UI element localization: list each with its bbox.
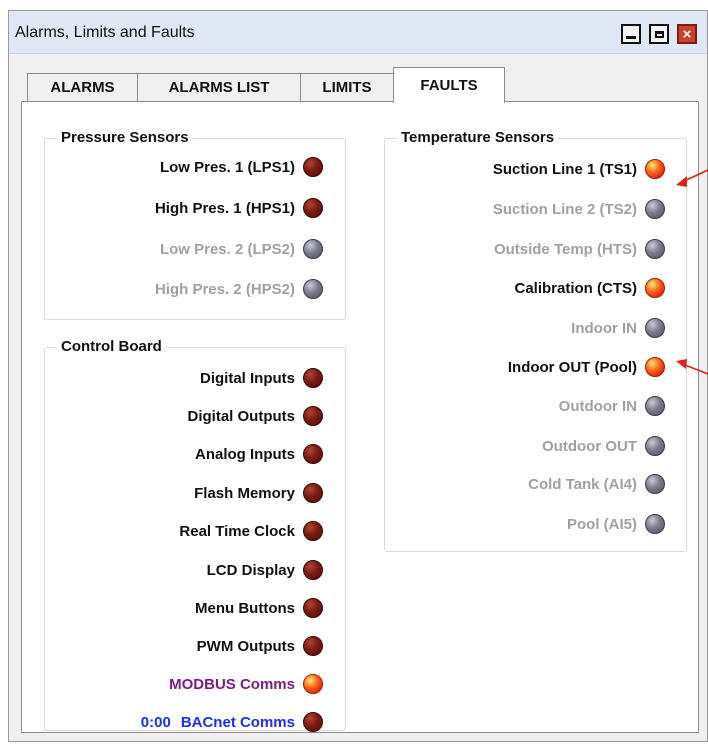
fault-indicator-cold-tank: Cold Tank (AI4): [528, 471, 665, 497]
fault-indicator-lps2: Low Pres. 2 (LPS2): [160, 236, 323, 262]
fault-led-icon: [303, 712, 323, 732]
pressure-sensors-group: Pressure Sensors Low Pres. 1 (LPS1) High…: [44, 129, 346, 320]
indicator-label: Indoor IN: [571, 319, 637, 337]
fault-indicator-outdoor-out: Outdoor OUT: [542, 433, 665, 459]
fault-led-icon: [303, 521, 323, 541]
minimize-button[interactable]: [621, 24, 641, 44]
indicator-label: Real Time Clock: [179, 522, 295, 540]
fault-led-icon: [303, 674, 323, 694]
fault-indicator-modbus-comms: MODBUS Comms: [169, 671, 323, 697]
fault-led-icon: [645, 436, 665, 456]
fault-led-icon: [303, 239, 323, 259]
control-board-group: Control Board Digital Inputs Digital Out…: [44, 338, 346, 732]
fault-indicator-outdoor-in: Outdoor IN: [559, 393, 665, 419]
window-title: Alarms, Limits and Faults: [15, 24, 195, 41]
fault-indicator-pwm-outputs: PWM Outputs: [197, 633, 323, 659]
fault-indicator-real-time-clock: Real Time Clock: [179, 518, 323, 544]
indicator-label: PWM Outputs: [196, 637, 295, 655]
fault-indicator-lcd-display: LCD Display: [207, 557, 323, 583]
fault-led-icon: [303, 636, 323, 656]
fault-indicator-ts2: Suction Line 2 (TS2): [493, 196, 665, 222]
tab-limits[interactable]: LIMITS: [300, 73, 394, 101]
indicator-label: High Pres. 2 (HPS2): [154, 280, 295, 298]
indicator-label: Low Pres. 1 (LPS1): [159, 158, 295, 176]
fault-indicator-bacnet-comms: 0:00 BACnet Comms: [141, 709, 323, 735]
minimize-icon: [626, 35, 636, 39]
indicator-label: Outdoor OUT: [542, 437, 637, 455]
tab-label: FAULTS: [420, 77, 478, 94]
fault-indicator-cts: Calibration (CTS): [514, 275, 665, 301]
indicator-label: Indoor OUT (Pool): [507, 358, 637, 376]
indicator-label: BACnet Comms: [180, 713, 295, 731]
fault-led-icon: [645, 199, 665, 219]
indicator-label: Suction Line 2 (TS2): [492, 200, 637, 218]
title-bar[interactable]: Alarms, Limits and Faults ×: [9, 11, 707, 54]
tab-alarms-list[interactable]: ALARMS LIST: [137, 73, 301, 101]
fault-led-icon: [303, 368, 323, 388]
fault-led-icon: [645, 318, 665, 338]
tab-label: LIMITS: [322, 79, 372, 96]
annotation-arrow-icon: [676, 169, 708, 187]
fault-led-icon: [645, 514, 665, 534]
fault-led-icon: [303, 406, 323, 426]
fault-led-icon: [303, 198, 323, 218]
fault-indicator-lps1: Low Pres. 1 (LPS1): [160, 154, 323, 180]
indicator-label: Outside Temp (HTS): [493, 240, 637, 258]
indicator-label: LCD Display: [206, 561, 295, 579]
indicator-label: Calibration (CTS): [514, 279, 638, 297]
fault-led-icon: [645, 396, 665, 416]
fault-led-icon: [303, 157, 323, 177]
temperature-sensors-group: Temperature Sensors Suction Line 1 (TS1)…: [384, 129, 687, 552]
fault-indicator-menu-buttons: Menu Buttons: [195, 595, 323, 621]
faults-tab-panel: Pressure Sensors Low Pres. 1 (LPS1) High…: [21, 101, 699, 733]
group-title: Control Board: [57, 338, 166, 355]
indicator-label: High Pres. 1 (HPS1): [154, 199, 295, 217]
fault-indicator-hps2: High Pres. 2 (HPS2): [155, 276, 323, 302]
maximize-button[interactable]: [649, 24, 669, 44]
fault-led-icon: [645, 159, 665, 179]
fault-led-icon: [303, 483, 323, 503]
tab-alarms[interactable]: ALARMS: [27, 73, 138, 101]
bacnet-timer: 0:00: [140, 713, 171, 731]
fault-led-icon: [645, 239, 665, 259]
fault-led-icon: [645, 474, 665, 494]
fault-indicator-ts1: Suction Line 1 (TS1): [493, 156, 665, 182]
indicator-label: MODBUS Comms: [169, 675, 295, 693]
indicator-label: Cold Tank (AI4): [528, 475, 637, 493]
fault-indicator-hts: Outside Temp (HTS): [494, 236, 665, 262]
fault-indicator-hps1: High Pres. 1 (HPS1): [155, 195, 323, 221]
indicator-label: Outdoor IN: [558, 397, 637, 415]
fault-indicator-indoor-in: Indoor IN: [571, 315, 665, 341]
fault-led-icon: [645, 278, 665, 298]
indicator-label: Suction Line 1 (TS1): [492, 160, 637, 178]
maximize-icon: [654, 30, 664, 38]
fault-indicator-analog-inputs: Analog Inputs: [195, 441, 323, 467]
group-title: Temperature Sensors: [397, 129, 559, 146]
fault-led-icon: [303, 598, 323, 618]
annotation-arrow-icon: [676, 359, 708, 375]
close-button[interactable]: ×: [677, 24, 697, 44]
fault-led-icon: [303, 560, 323, 580]
indicator-label: Digital Inputs: [200, 369, 295, 387]
fault-led-icon: [303, 279, 323, 299]
indicator-label: Pool (AI5): [567, 515, 637, 533]
tab-label: ALARMS LIST: [168, 79, 270, 96]
fault-indicator-pool: Pool (AI5): [567, 511, 665, 537]
group-title: Pressure Sensors: [57, 129, 193, 146]
indicator-label: Flash Memory: [194, 484, 295, 502]
indicator-label: Menu Buttons: [195, 599, 295, 617]
tab-label: ALARMS: [50, 79, 115, 96]
fault-indicator-indoor-out-pool: Indoor OUT (Pool): [508, 354, 665, 380]
indicator-label: Low Pres. 2 (LPS2): [159, 240, 295, 258]
indicator-label: Analog Inputs: [195, 445, 295, 463]
fault-led-icon: [303, 444, 323, 464]
fault-led-icon: [645, 357, 665, 377]
faults-window: Alarms, Limits and Faults × ALARMS ALARM…: [8, 10, 708, 742]
fault-indicator-digital-outputs: Digital Outputs: [187, 403, 323, 429]
fault-indicator-digital-inputs: Digital Inputs: [200, 365, 323, 391]
close-icon: ×: [682, 25, 692, 43]
indicator-label: Digital Outputs: [187, 407, 296, 425]
fault-indicator-flash-memory: Flash Memory: [194, 480, 323, 506]
tab-faults[interactable]: FAULTS: [393, 67, 505, 103]
